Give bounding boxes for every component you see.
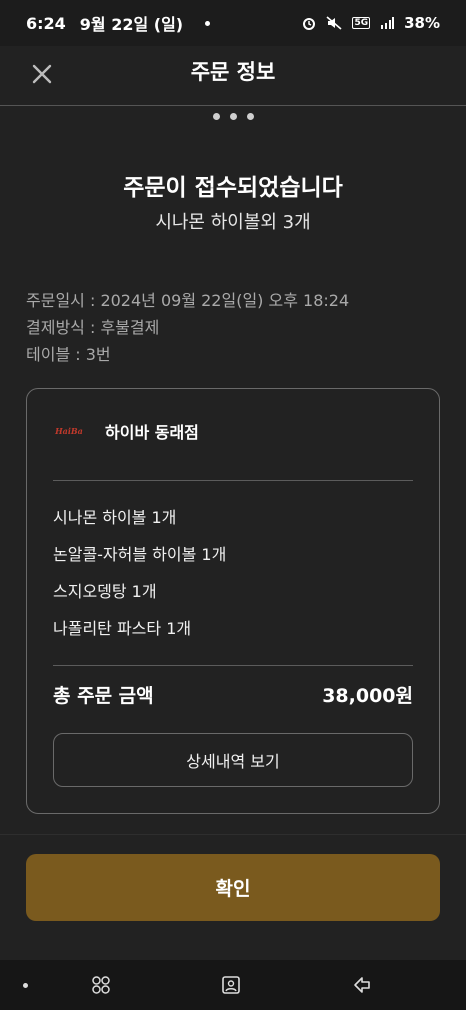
total-row: 총 주문 금액 38,000원 [53, 681, 413, 708]
order-datetime: 주문일시 : 2024년 09월 22일(일) 오후 18:24 [26, 291, 350, 310]
top-bar: 주문 정보 [0, 46, 466, 106]
status-right: 5G 38% [302, 14, 440, 32]
divider [53, 665, 413, 666]
order-card: HaiBa 하이바 동래점 시나몬 하이볼 1개 논알콜-자허블 하이볼 1개 … [26, 388, 440, 814]
recent-apps-button[interactable] [90, 974, 112, 996]
system-nav-bar [0, 960, 466, 1010]
home-icon [222, 976, 240, 994]
notification-dot-icon [205, 20, 211, 26]
store-name: 하이바 동래점 [105, 423, 199, 442]
order-summary: 시나몬 하이볼외 3개 [155, 212, 311, 233]
back-icon [354, 977, 370, 993]
status-date: 9월 22일 (일) [79, 15, 184, 34]
total-label: 총 주문 금액 [53, 685, 154, 707]
back-button[interactable] [351, 974, 373, 996]
nav-dot-icon [14, 974, 36, 996]
store-row: HaiBa 하이바 동래점 [53, 419, 199, 443]
home-button[interactable] [220, 974, 242, 996]
view-details-button[interactable]: 상세내역 보기 [53, 733, 413, 787]
list-item: 시나몬 하이볼 1개 [53, 508, 177, 527]
status-left: 6:24 9월 22일 (일) [26, 11, 211, 35]
order-payment: 결제방식 : 후불결제 [26, 318, 160, 337]
list-item: 논알콜-자허블 하이볼 1개 [53, 545, 227, 564]
network-5g-icon: 5G [352, 17, 371, 29]
store-logo: HaiBa [55, 426, 83, 436]
order-table: 테이블 : 3번 [26, 345, 111, 364]
pager-dot [246, 113, 254, 120]
signal-icon [380, 17, 395, 29]
pager-dots [0, 113, 466, 120]
order-items: 시나몬 하이볼 1개 논알콜-자허블 하이볼 1개 스지오뎅탕 1개 나폴리탄 … [53, 506, 226, 654]
alarm-icon [302, 16, 316, 30]
status-bar: 6:24 9월 22일 (일) 5G 38% [0, 0, 466, 46]
list-item: 나폴리탄 파스타 1개 [53, 619, 192, 638]
page-title: 주문 정보 [190, 60, 276, 84]
order-headline: 주문이 접수되었습니다 [123, 175, 343, 201]
divider [0, 834, 466, 835]
divider [53, 480, 413, 481]
battery-percent: 38% [404, 14, 440, 32]
pager-dot [212, 113, 220, 120]
confirm-button[interactable]: 확인 [26, 854, 440, 921]
order-info: 주문일시 : 2024년 09월 22일(일) 오후 18:24 결제방식 : … [26, 287, 349, 368]
total-amount: 38,000원 [322, 685, 413, 707]
pager-dot [229, 113, 237, 120]
recent-apps-icon [92, 976, 110, 994]
list-item: 스지오뎅탕 1개 [53, 582, 157, 601]
status-time: 6:24 [26, 13, 66, 33]
mute-icon [326, 16, 342, 30]
